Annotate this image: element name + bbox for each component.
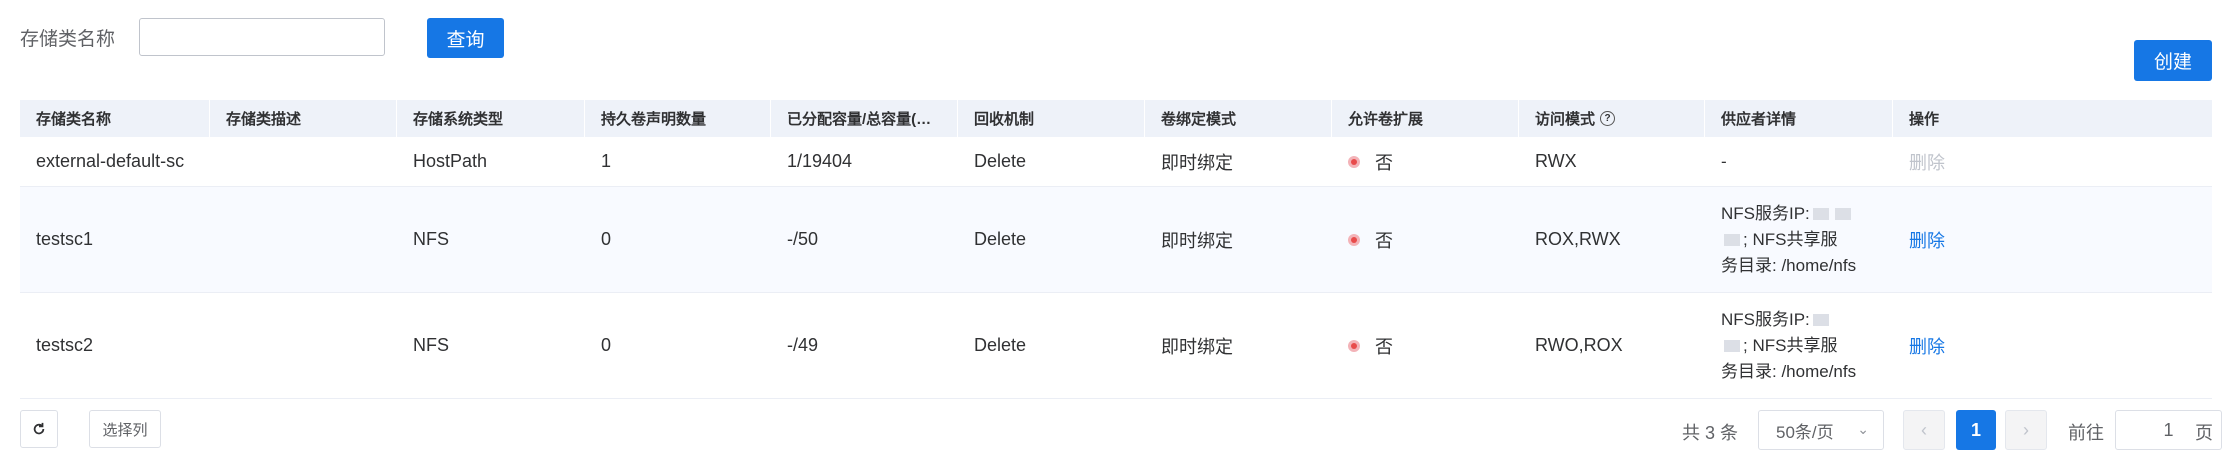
redacted-ip	[1834, 208, 1851, 221]
status-dot-icon	[1348, 155, 1360, 168]
cell-allow-expansion: 否	[1332, 187, 1519, 292]
help-icon[interactable]: ?	[1600, 111, 1616, 126]
table-row: testsc2 NFS 0 -/49 Delete 即时绑定 否 RWO,ROX…	[20, 293, 2212, 399]
next-page-button[interactable]: ›	[2005, 410, 2047, 450]
cell-provider-details: NFS服务IP: ; NFS共享服 务目录: /home/nfs	[1721, 309, 1857, 381]
redacted-ip	[1812, 208, 1829, 221]
column-header: 存储类名称	[20, 100, 210, 137]
cell-type: HostPath	[413, 151, 488, 171]
column-header: 存储类描述	[210, 100, 397, 137]
page-size-select[interactable]: 50条/页 ⌄	[1758, 410, 1884, 450]
column-header: 已分配容量/总容量(…	[771, 100, 958, 137]
table-row: testsc1 NFS 0 -/50 Delete 即时绑定 否 ROX,RWX…	[20, 187, 2212, 293]
cell-actions: 删除	[1893, 187, 2212, 292]
column-header: 允许卷扩展	[1332, 100, 1519, 137]
cell-binding-mode: 即时绑定	[1161, 230, 1233, 251]
delete-button-disabled: 删除	[1909, 152, 1945, 173]
column-header: 卷绑定模式	[1145, 100, 1332, 137]
cell-reclaim: Delete	[974, 335, 1027, 355]
redacted-ip	[1724, 340, 1740, 353]
cell-actions: 删除	[1893, 137, 2212, 186]
goto-suffix: 页	[2195, 423, 2213, 443]
cell-access-mode: RWO,ROX	[1535, 335, 1623, 355]
column-header: 持久卷声明数量	[585, 100, 771, 137]
create-button[interactable]: 创建	[2134, 40, 2212, 81]
refresh-button[interactable]	[20, 410, 58, 448]
goto-label: 前往	[2068, 423, 2104, 443]
cell-description	[210, 137, 397, 186]
search-button[interactable]: 查询	[427, 18, 504, 58]
cell-type: NFS	[413, 229, 449, 249]
cell-capacity: -/49	[787, 335, 819, 355]
prev-page-button[interactable]: ‹	[1903, 410, 1945, 450]
cell-capacity: -/50	[787, 229, 819, 249]
chevron-right-icon: ›	[2023, 419, 2029, 440]
cell-provider-details: NFS服务IP: ; NFS共享服 务目录: /home/nfs	[1721, 203, 1857, 275]
cell-pvc-count: 0	[601, 229, 612, 249]
refresh-icon	[33, 422, 45, 435]
status-dot-icon	[1348, 233, 1360, 246]
storage-class-table: 存储类名称 存储类描述 存储系统类型 持久卷声明数量 已分配容量/总容量(… 回…	[20, 100, 2212, 399]
chevron-left-icon: ‹	[1921, 419, 1927, 440]
cell-reclaim: Delete	[974, 151, 1027, 171]
cell-description	[210, 293, 397, 398]
cell-name: testsc1	[36, 229, 94, 249]
cell-allow-expansion: 否	[1332, 293, 1519, 398]
cell-name: testsc2	[36, 335, 94, 355]
column-header-access-mode: 访问模式?	[1519, 100, 1705, 137]
total-count: 共 3 条	[1682, 423, 1739, 443]
column-header: 回收机制	[958, 100, 1145, 137]
column-header: 存储系统类型	[397, 100, 585, 137]
redacted-ip	[1812, 314, 1829, 327]
cell-description	[210, 187, 397, 292]
cell-capacity: 1/19404	[787, 151, 853, 171]
column-header: 操作	[1909, 111, 1940, 128]
delete-button[interactable]: 删除	[1909, 333, 1945, 359]
cell-access-mode: ROX,RWX	[1535, 229, 1621, 249]
cell-pvc-count: 0	[601, 335, 612, 355]
cell-type: NFS	[413, 335, 449, 355]
storage-class-name-input[interactable]	[139, 18, 385, 56]
chevron-down-icon: ⌄	[1857, 421, 1869, 437]
select-columns-button[interactable]: 选择列	[89, 410, 161, 448]
cell-actions: 删除	[1893, 293, 2212, 398]
cell-access-mode: RWX	[1535, 151, 1577, 171]
column-header: 供应者详情	[1705, 100, 1893, 137]
delete-button[interactable]: 删除	[1909, 227, 1945, 253]
cell-reclaim: Delete	[974, 229, 1027, 249]
page-number-button[interactable]: 1	[1956, 410, 1996, 450]
cell-provider-details: -	[1721, 151, 1727, 171]
cell-name: external-default-sc	[36, 151, 185, 171]
cell-binding-mode: 即时绑定	[1161, 336, 1233, 357]
cell-binding-mode: 即时绑定	[1161, 152, 1233, 173]
table-row: external-default-sc HostPath 1 1/19404 D…	[20, 137, 2212, 187]
status-dot-icon	[1348, 339, 1360, 352]
cell-pvc-count: 1	[601, 151, 612, 171]
redacted-ip	[1724, 234, 1740, 247]
table-header: 存储类名称 存储类描述 存储系统类型 持久卷声明数量 已分配容量/总容量(… 回…	[20, 100, 2212, 137]
storage-class-name-label: 存储类名称	[20, 29, 116, 50]
cell-allow-expansion: 否	[1332, 137, 1519, 186]
